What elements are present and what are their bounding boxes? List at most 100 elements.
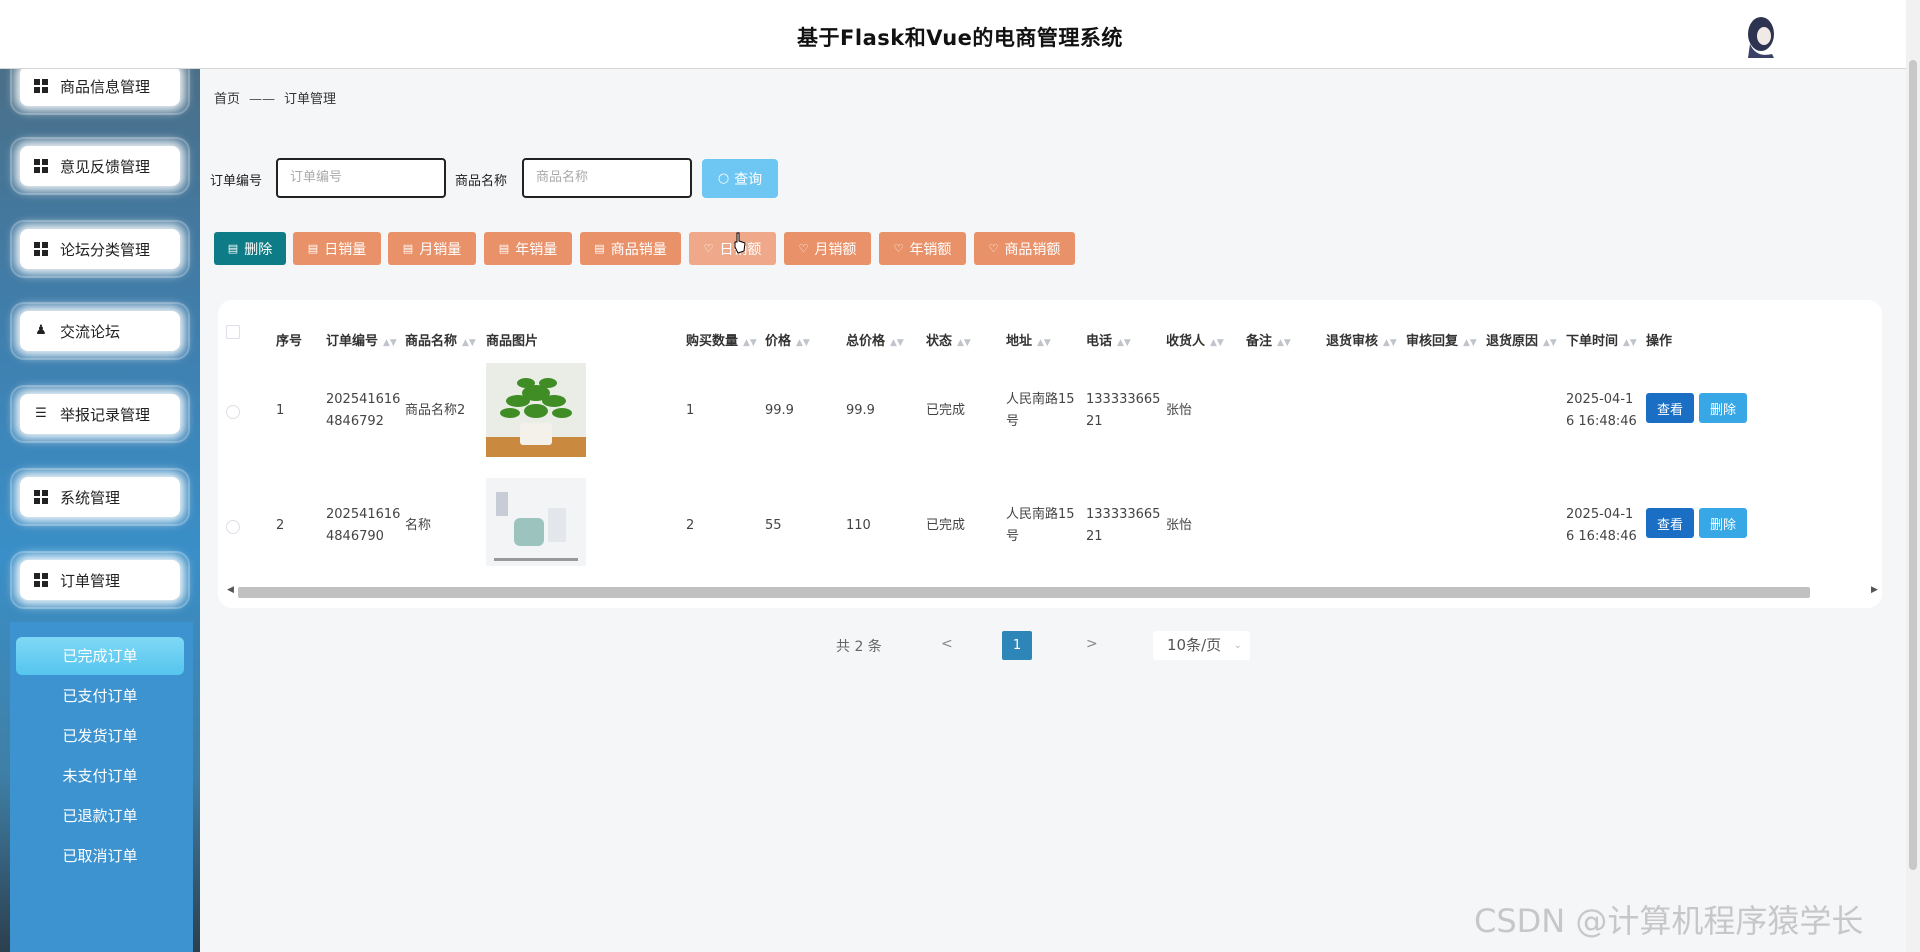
menu-forum[interactable]: ♟ 交流论坛 [10, 302, 190, 360]
column-header[interactable]: 退货原因 ▲▼ [1486, 330, 1557, 349]
submenu-unpaid[interactable]: 未支付订单 [16, 757, 184, 795]
page-size-select[interactable]: 10条/页 ⌄ [1153, 631, 1250, 660]
column-header[interactable]: 地址 ▲▼ [1006, 330, 1051, 349]
header-label: 商品图片 [486, 334, 539, 349]
cell-text: 人民南路15 [1006, 392, 1075, 407]
column-header[interactable]: 退货审核 ▲▼ [1326, 330, 1397, 349]
sort-icon[interactable]: ▲▼ [1543, 338, 1557, 348]
prev-page-button[interactable]: < [941, 636, 953, 652]
cell-order-time: 2025-04-1 6 16:48:46 [1566, 504, 1637, 548]
menu-report[interactable]: ☰ 举报记录管理 [10, 385, 190, 443]
view-button[interactable]: 查看 [1646, 508, 1694, 538]
avatar[interactable] [1744, 14, 1778, 58]
goods-image[interactable] [486, 363, 586, 457]
next-page-button[interactable]: > [1086, 636, 1098, 652]
button-label: 月销额 [814, 241, 857, 258]
goods-sales-qty-button[interactable]: ▤ 商品销量 [580, 232, 681, 265]
sort-icon[interactable]: ▲▼ [1037, 338, 1051, 348]
row-checkbox[interactable] [226, 520, 240, 534]
scroll-left-arrow-icon[interactable]: ◀ [227, 585, 234, 595]
query-button[interactable]: ○ 查询 [702, 159, 778, 198]
pagination-total: 共 2 条 [836, 639, 882, 655]
header-label: 商品名称 [405, 334, 458, 349]
monthly-sales-amount-button[interactable]: ♡ 月销额 [784, 232, 871, 265]
menu-label: 举报记录管理 [60, 405, 151, 424]
cell-receiver: 张怡 [1166, 518, 1193, 533]
orders-submenu: 已完成订单 已支付订单 已发货订单 未支付订单 已退款订单 已取消订单 [10, 622, 193, 952]
header-label: 地址 [1006, 334, 1033, 349]
goods-image[interactable] [486, 478, 586, 566]
column-header[interactable]: 商品名称 ▲▼ [405, 330, 476, 349]
scroll-right-arrow-icon[interactable]: ▶ [1871, 585, 1878, 595]
menu-label: 意见反馈管理 [60, 157, 151, 176]
menu-orders[interactable]: 订单管理 [10, 551, 190, 609]
menu-system[interactable]: 系统管理 [10, 468, 190, 526]
sort-icon[interactable]: ▲▼ [1117, 338, 1131, 348]
sort-icon[interactable]: ▲▼ [383, 338, 397, 348]
daily-sales-qty-button[interactable]: ▤ 日销量 [293, 232, 381, 265]
header-label: 价格 [765, 334, 792, 349]
column-header[interactable]: 收货人 ▲▼ [1166, 330, 1224, 349]
sort-icon[interactable]: ▲▼ [462, 338, 476, 348]
column-header[interactable]: 总价格 ▲▼ [846, 330, 904, 349]
cell-status: 已完成 [926, 518, 966, 533]
select-all-checkbox[interactable] [226, 325, 240, 339]
yearly-sales-qty-button[interactable]: ▤ 年销量 [484, 232, 572, 265]
column-header[interactable]: 电话 ▲▼ [1086, 330, 1131, 349]
sort-icon[interactable]: ▲▼ [957, 338, 971, 348]
sort-icon[interactable]: ▲▼ [1463, 338, 1477, 348]
scrollbar-thumb[interactable] [1909, 60, 1917, 870]
button-label: 年销量 [515, 241, 558, 258]
column-header[interactable]: 审核回复 ▲▼ [1406, 330, 1477, 349]
goods-sales-amount-button[interactable]: ♡ 商品销额 [974, 232, 1075, 265]
horizontal-scrollbar[interactable] [238, 587, 1810, 598]
sort-icon[interactable]: ▲▼ [796, 338, 810, 348]
order-no-input[interactable]: 订单编号 [276, 158, 446, 198]
goods-name-input[interactable]: 商品名称 [522, 158, 692, 198]
cell-text: 202541616 [326, 507, 401, 522]
menu-goods-info[interactable]: 商品信息管理 [10, 69, 190, 115]
row-checkbox[interactable] [226, 405, 240, 419]
cell-order-no: 202541616 4846792 [326, 389, 400, 433]
column-header[interactable]: 订单编号 ▲▼ [326, 330, 397, 349]
row-delete-button[interactable]: 删除 [1699, 508, 1747, 538]
submenu-shipped[interactable]: 已发货订单 [16, 717, 184, 755]
view-button[interactable]: 查看 [1646, 393, 1694, 423]
submenu-paid[interactable]: 已支付订单 [16, 677, 184, 715]
submenu-cancelled[interactable]: 已取消订单 [16, 837, 184, 875]
breadcrumb-home[interactable]: 首页 [214, 92, 240, 107]
vertical-scrollbar[interactable] [1906, 0, 1920, 952]
batch-delete-button[interactable]: ▤ 删除 [214, 232, 286, 265]
submenu-completed[interactable]: 已完成订单 [16, 637, 184, 675]
yearly-sales-amount-button[interactable]: ♡ 年销额 [879, 232, 966, 265]
submenu-refunded[interactable]: 已退款订单 [16, 797, 184, 835]
cell-price: 99.9 [765, 403, 794, 418]
list-icon: ☰ [35, 406, 47, 421]
column-header[interactable]: 价格 ▲▼ [765, 330, 810, 349]
sort-icon[interactable]: ▲▼ [1277, 338, 1291, 348]
column-header[interactable]: 序号 [276, 330, 302, 349]
monthly-sales-qty-button[interactable]: ▤ 月销量 [388, 232, 476, 265]
row-delete-button[interactable]: 删除 [1699, 393, 1747, 423]
header-label: 总价格 [846, 334, 886, 349]
top-header: 基于Flask和Vue的电商管理系统 [0, 0, 1920, 69]
cell-price: 55 [765, 518, 782, 533]
button-label: 日销量 [324, 241, 367, 258]
mouse-cursor-icon [734, 232, 746, 254]
sort-icon[interactable]: ▲▼ [743, 338, 757, 348]
sort-icon[interactable]: ▲▼ [890, 338, 904, 348]
sort-icon[interactable]: ▲▼ [1623, 338, 1637, 348]
column-header[interactable]: 状态 ▲▼ [926, 330, 971, 349]
column-header[interactable]: 下单时间 ▲▼ [1566, 330, 1637, 349]
column-header: 操作 [1646, 330, 1672, 349]
menu-forum-category[interactable]: 论坛分类管理 [10, 220, 190, 278]
menu-feedback[interactable]: 意见反馈管理 [10, 137, 190, 195]
column-header[interactable]: 购买数量 ▲▼ [686, 330, 757, 349]
sort-icon[interactable]: ▲▼ [1210, 338, 1224, 348]
column-header[interactable]: 备注 ▲▼ [1246, 330, 1291, 349]
query-label: 查询 [734, 171, 763, 188]
button-label: 年销额 [909, 241, 952, 258]
sort-icon[interactable]: ▲▼ [1383, 338, 1397, 348]
page-number-button[interactable]: 1 [1002, 631, 1032, 660]
cell-address: 人民南路15 号 [1006, 504, 1075, 548]
